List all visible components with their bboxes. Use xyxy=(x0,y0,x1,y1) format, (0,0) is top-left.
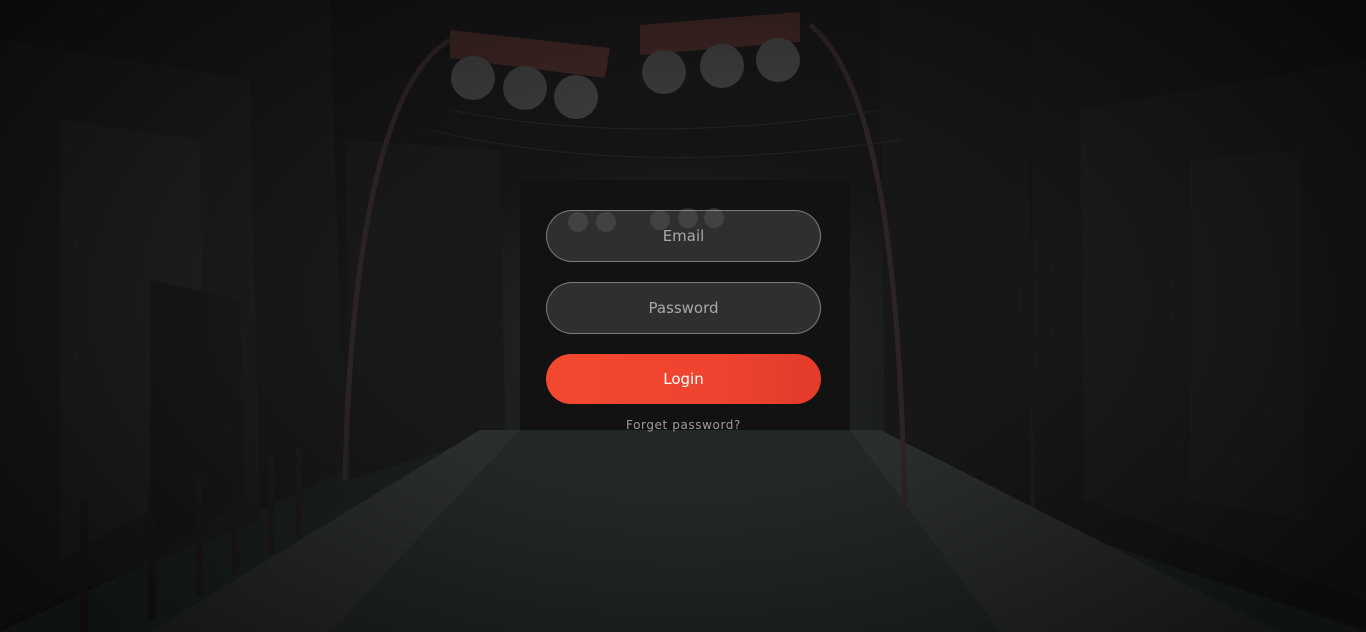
login-button[interactable]: Login xyxy=(546,354,821,404)
login-form: Login Forget password? xyxy=(546,210,821,432)
forgot-password-link[interactable]: Forget password? xyxy=(546,418,821,432)
email-field[interactable] xyxy=(546,210,821,262)
password-field[interactable] xyxy=(546,282,821,334)
